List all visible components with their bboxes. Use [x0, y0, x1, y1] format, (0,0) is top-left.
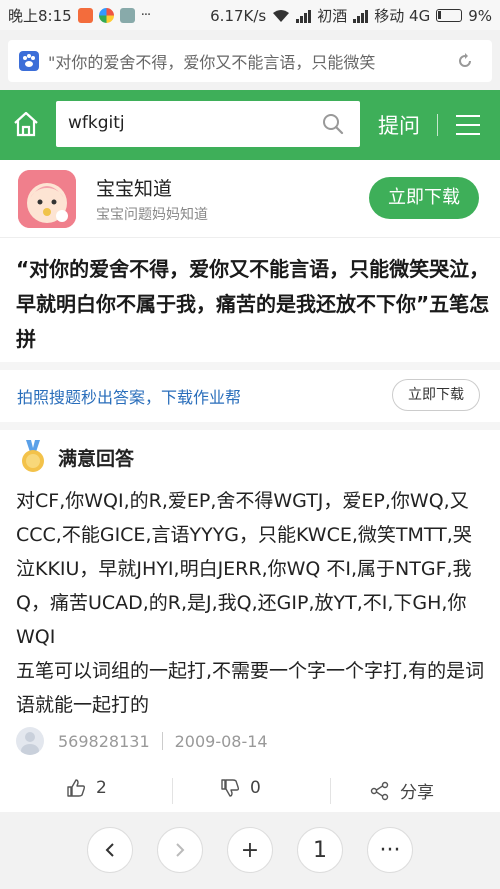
share-button[interactable]: 分享 [370, 778, 434, 803]
browser-address-bar: "对你的爱舍不得，爱你又不能言语，只能微笑 [0, 30, 500, 90]
answer-user[interactable]: 569828131 [58, 732, 150, 751]
like-count: 2 [96, 778, 107, 798]
carrier-1: 初酒 [317, 7, 348, 25]
action-divider [330, 778, 331, 804]
battery-level: 9% [468, 6, 492, 25]
dislike-button[interactable]: 0 [220, 778, 261, 798]
reload-icon[interactable] [456, 52, 474, 70]
baby-app-logo-icon [18, 170, 76, 228]
chevron-left-icon [105, 843, 114, 857]
share-icon [370, 781, 389, 800]
best-answer-label: 满意回答 [58, 448, 135, 470]
status-time: 晚上8:15 [8, 7, 72, 25]
back-button[interactable] [87, 827, 133, 873]
promo-link[interactable]: 拍照搜题秒出答案，下载作业帮 [17, 384, 241, 408]
search-input[interactable]: wfkgitj [56, 101, 360, 147]
status-bar: 晚上8:15 ··· 6.17K/s 初酒 移动 4G 9% [0, 0, 500, 30]
medal-icon [22, 440, 44, 472]
battery-icon [436, 9, 463, 22]
answer-actions: 2 0 分享 [0, 770, 500, 812]
search-icon[interactable] [322, 113, 344, 135]
app-download-banner: 宝宝知道 宝宝问题妈妈知道 立即下载 [0, 160, 500, 238]
more-notifications: ··· [140, 8, 151, 23]
like-button[interactable]: 2 [66, 778, 107, 798]
avatar[interactable] [16, 727, 44, 755]
share-label: 分享 [400, 783, 434, 803]
question-title: “对你的爱舍不得，爱你又不能言语，只能微笑哭泣，早就明白你不属于我，痛苦的是我还… [16, 257, 490, 351]
wifi-icon [273, 9, 290, 22]
tab-count-button[interactable]: 1 [297, 827, 343, 873]
dislike-count: 0 [250, 778, 261, 798]
section-divider [0, 362, 500, 370]
app-name: 宝宝知道 [96, 178, 173, 200]
browser-bottom-nav: + 1 ··· [0, 812, 500, 889]
answer-body: 对CF,你WQI,的R,爱EP,舍不得WGTJ，爱EP,你WQ,又CCC,不能G… [16, 484, 486, 722]
answer-paragraph: 五笔可以词组的一起打,不需要一个字一个字打,有的是词语就能一起打的 [16, 660, 485, 716]
network-speed: 6.17K/s [210, 6, 267, 25]
promo-bar: 拍照搜题秒出答案，下载作业帮 立即下载 [0, 370, 500, 422]
browser-app-icon [98, 8, 114, 23]
baidu-paw-icon [18, 50, 40, 72]
signal-icon [296, 9, 312, 23]
site-header: wfkgitj 提问 [0, 90, 500, 160]
answer-meta: 569828131 2009-08-14 [16, 726, 268, 756]
url-field[interactable]: "对你的爱舍不得，爱你又不能言语，只能微笑 [8, 40, 492, 82]
search-query: wfkgitj [68, 113, 125, 133]
ask-button[interactable]: 提问 [378, 110, 420, 140]
menu-icon[interactable] [456, 115, 480, 135]
url-text: "对你的爱舍不得，爱你又不能言语，只能微笑 [48, 53, 376, 72]
action-divider [172, 778, 173, 804]
app-download-button[interactable]: 立即下载 [369, 177, 479, 219]
answer-date: 2009-08-14 [174, 731, 268, 751]
home-icon[interactable] [12, 110, 40, 138]
more-menu-button[interactable]: ··· [367, 827, 413, 873]
thumbs-up-icon [67, 779, 86, 797]
signal-icon-2 [353, 9, 369, 23]
chevron-right-icon [176, 843, 185, 857]
promo-download-button[interactable]: 立即下载 [392, 379, 480, 411]
gallery-icon [119, 8, 135, 23]
carrier-2: 移动 4G [374, 7, 431, 25]
answer-paragraph: 对CF,你WQI,的R,爱EP,舍不得WGTJ，爱EP,你WQ,又CCC,不能G… [16, 490, 472, 648]
notification-icon [77, 8, 93, 23]
app-subtitle: 宝宝问题妈妈知道 [96, 207, 208, 223]
new-tab-button[interactable]: + [227, 827, 273, 873]
forward-button[interactable] [157, 827, 203, 873]
thumbs-down-icon [221, 779, 240, 797]
meta-separator [161, 732, 163, 750]
header-divider [437, 114, 438, 136]
section-divider [0, 422, 500, 430]
